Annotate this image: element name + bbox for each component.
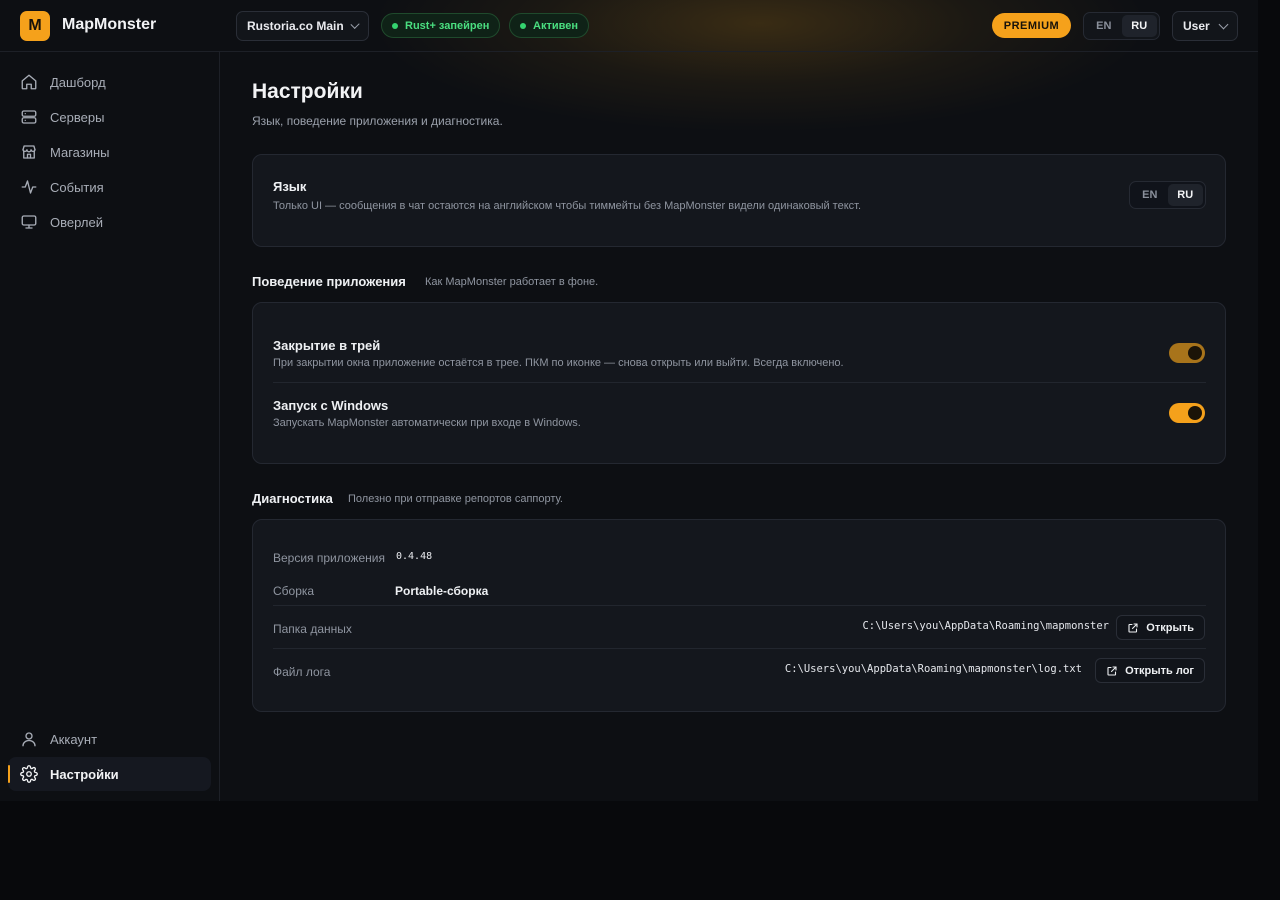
chevron-down-icon [1218,19,1229,29]
sidebar: Дашборд Серверы Магазины События Оверлей… [0,52,220,801]
user-menu-label: User [1183,19,1210,33]
behavior-heading: Поведение приложения [252,274,406,289]
sidebar-item-stores[interactable]: Магазины [8,135,211,169]
row-divider [273,648,1206,649]
open-log-button[interactable]: Открыть лог [1095,658,1205,683]
external-link-icon [1107,665,1117,676]
log-file-label: Файл лога [273,665,331,679]
language-switch: EN RU [1129,181,1206,209]
active-status-label: Активен [533,19,578,32]
language-description: Только UI — сообщения в чат остаются на … [273,200,862,212]
data-folder-path: C:\Users\you\AppData\Roaming\mapmonster [862,620,1109,632]
app-window: M MapMonster Rustoria.co Main Rust+ запе… [0,0,1258,801]
version-value: 0.4.48 [396,551,433,562]
activity-icon [21,180,37,194]
build-value: Portable-сборка [395,584,489,598]
top-bar: M MapMonster Rustoria.co Main Rust+ запе… [0,0,1258,52]
sidebar-item-servers[interactable]: Серверы [8,100,211,134]
data-folder-label: Папка данных [273,622,352,636]
open-log-label: Открыть лог [1125,664,1194,677]
autostart-toggle[interactable] [1169,403,1205,423]
rustplus-paired-badge: Rust+ запейрен [381,13,501,38]
server-select-label: Rustoria.co Main [247,19,344,33]
toggle-knob [1188,406,1202,420]
sidebar-item-dashboard[interactable]: Дашборд [8,65,211,99]
status-dot-icon [520,22,526,29]
sidebar-item-account[interactable]: Аккаунт [8,722,211,756]
diagnostics-subheading: Полезно при отправке репортов саппорту. [348,493,563,505]
sidebar-item-label: События [50,179,104,195]
open-data-folder-label: Открыть [1146,621,1194,634]
premium-button[interactable]: PREMIUM [992,13,1071,38]
user-icon [22,732,36,747]
row-divider [273,605,1206,606]
tray-toggle[interactable] [1169,343,1205,363]
page-title: Настройки [252,80,363,103]
toggle-knob [1188,346,1202,360]
diagnostics-card: Версия приложения 0.4.48 Сборка Portable… [252,519,1226,712]
sidebar-item-label: Оверлей [50,214,103,230]
header-lang-en[interactable]: EN [1086,15,1122,37]
language-option-ru[interactable]: RU [1167,184,1203,206]
app-logo: M [20,11,50,41]
sidebar-item-settings[interactable]: Настройки [8,757,211,791]
gear-icon [20,765,38,783]
page-subtitle: Язык, поведение приложения и диагностика… [252,114,503,128]
sidebar-item-label: Аккаунт [50,731,98,747]
row-divider [273,382,1206,383]
autostart-setting-title: Запуск с Windows [273,398,389,413]
version-label: Версия приложения [273,551,385,565]
open-data-folder-button[interactable]: Открыть [1116,615,1205,640]
sidebar-item-label: Магазины [50,144,110,160]
brand-name: MapMonster [62,16,157,33]
external-link-icon [1128,622,1138,633]
monitor-icon [21,215,37,229]
tray-setting-description: При закрытии окна приложение остаётся в … [273,357,844,369]
behavior-card: Закрытие в трей При закрытии окна прилож… [252,302,1226,464]
chevron-down-icon [350,19,360,29]
sidebar-item-label: Дашборд [50,74,106,90]
store-icon [22,145,36,159]
server-select[interactable]: Rustoria.co Main [236,11,369,41]
header-lang-ru[interactable]: RU [1121,15,1157,37]
sidebar-item-label: Серверы [50,109,105,125]
sidebar-item-overlay[interactable]: Оверлей [8,205,211,239]
rustplus-paired-label: Rust+ запейрен [405,19,490,32]
build-label: Сборка [273,584,315,598]
home-icon [21,74,37,90]
sidebar-item-label: Настройки [50,766,119,782]
log-file-path: C:\Users\you\AppData\Roaming\mapmonster\… [784,663,1082,675]
behavior-subheading: Как MapMonster работает в фоне. [425,276,599,288]
language-option-en[interactable]: EN [1132,184,1168,206]
language-card: Язык Только UI — сообщения в чат остаютс… [252,154,1226,247]
header-language-switch: EN RU [1083,12,1160,40]
sidebar-item-events[interactable]: События [8,170,211,204]
diagnostics-heading: Диагностика [252,491,333,506]
user-menu[interactable]: User [1172,11,1238,41]
autostart-setting-description: Запускать MapMonster автоматически при в… [273,417,581,429]
active-status-badge: Активен [509,13,589,38]
tray-setting-title: Закрытие в трей [273,338,381,353]
language-title: Язык [273,179,307,194]
server-icon [21,110,37,124]
status-dot-icon [392,22,398,29]
